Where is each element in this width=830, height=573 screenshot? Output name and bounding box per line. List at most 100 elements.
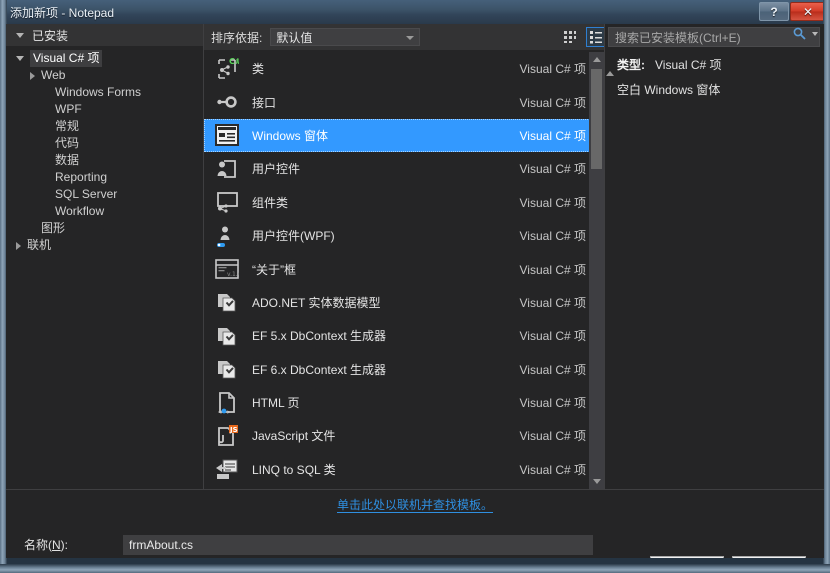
name-row: 名称(N): frmAbout.cs bbox=[6, 532, 824, 558]
template-item-kind: Visual C# 项 bbox=[519, 462, 586, 477]
template-item-name: JavaScript 文件 bbox=[252, 429, 336, 444]
chevron-down-icon bbox=[16, 32, 24, 38]
chevron-down-icon[interactable] bbox=[812, 32, 818, 36]
html-page-icon: < > bbox=[214, 390, 240, 416]
class-icon: C# bbox=[218, 57, 239, 79]
user-control-icon bbox=[217, 159, 236, 178]
template-list-item[interactable]: ADO.NET 实体数据模型 Visual C# 项 bbox=[204, 286, 596, 319]
tree-item-2[interactable]: Windows Forms bbox=[6, 84, 203, 101]
online-templates-link[interactable]: 单击此处以联机并查找模板。 bbox=[336, 498, 493, 513]
chevron-right-icon[interactable] bbox=[30, 71, 35, 80]
template-list-item[interactable]: JS JavaScript 文件 Visual C# 项 bbox=[204, 419, 596, 452]
tree-item-4[interactable]: 常规 bbox=[6, 118, 203, 135]
ado-net-icon bbox=[214, 289, 240, 315]
about-box-icon: v.1.0 bbox=[214, 256, 240, 282]
template-list-item[interactable]: v.1.0 “关于”框 Visual C# 项 bbox=[204, 252, 596, 285]
details-scroll-up-arrow[interactable] bbox=[606, 57, 614, 76]
tree-item-7[interactable]: Reporting bbox=[6, 169, 203, 186]
sort-by-label: 排序依据: bbox=[211, 30, 263, 45]
template-list-item[interactable]: 用户控件(WPF) Visual C# 项 bbox=[204, 219, 596, 252]
tree-item-3[interactable]: WPF bbox=[6, 101, 203, 118]
windows-form-icon bbox=[214, 122, 240, 148]
chevron-down-icon[interactable] bbox=[16, 56, 24, 61]
list-view-button[interactable] bbox=[586, 27, 606, 47]
ado-net-icon bbox=[214, 356, 240, 382]
template-list: C# 类 Visual C# 项 接口 Visual C# 项 Windows 窗体 V… bbox=[204, 52, 604, 489]
tree-item-5[interactable]: 代码 bbox=[6, 135, 203, 152]
name-label-key: N bbox=[52, 538, 61, 552]
template-list-item[interactable]: Windows 窗体 Visual C# 项 bbox=[204, 118, 596, 153]
search-templates-input[interactable]: 搜索已安装模板(Ctrl+E) bbox=[608, 27, 820, 47]
window-border-bottom bbox=[0, 564, 830, 573]
svg-text:JS: JS bbox=[229, 426, 238, 434]
template-list-item[interactable]: EF 6.x DbContext 生成器 Visual C# 项 bbox=[204, 353, 596, 386]
template-list-item[interactable]: EF 5.x DbContext 生成器 Visual C# 项 bbox=[204, 319, 596, 352]
installed-header-label: 已安装 bbox=[32, 28, 69, 43]
tiles-view-button[interactable] bbox=[560, 27, 580, 47]
template-item-kind: Visual C# 项 bbox=[519, 95, 586, 110]
name-label-prefix: 名称( bbox=[24, 538, 52, 552]
chevron-right-icon[interactable] bbox=[16, 241, 21, 250]
add-button[interactable]: 添加(A) bbox=[650, 556, 724, 558]
template-item-name: LINQ to SQL 类 bbox=[252, 462, 336, 477]
template-list-item[interactable]: 接口 Visual C# 项 bbox=[204, 85, 596, 118]
triangle-down-icon bbox=[592, 479, 601, 484]
tree-item-label: 常规 bbox=[55, 119, 80, 133]
scroll-down-arrow[interactable] bbox=[589, 474, 604, 489]
template-details: 类型: Visual C# 项 空白 Windows 窗体 bbox=[617, 56, 822, 106]
ado-net-icon bbox=[218, 294, 236, 312]
tree-item-label: WPF bbox=[55, 102, 82, 116]
template-item-name: “关于”框 bbox=[252, 262, 296, 277]
file-name-input[interactable]: frmAbout.cs bbox=[123, 535, 593, 555]
interface-icon bbox=[217, 96, 237, 108]
template-list-item[interactable]: 用户控件 Visual C# 项 bbox=[204, 152, 596, 185]
installed-header[interactable]: 已安装 bbox=[6, 24, 203, 46]
scrollbar-thumb[interactable] bbox=[591, 69, 602, 169]
tree-item-9[interactable]: Workflow bbox=[6, 203, 203, 220]
ado-net-icon bbox=[218, 361, 236, 379]
help-button[interactable]: ? bbox=[759, 2, 789, 21]
search-icon[interactable] bbox=[793, 27, 806, 40]
list-view-icon bbox=[590, 31, 602, 44]
sort-by-dropdown[interactable]: 默认值 bbox=[270, 28, 421, 46]
tree-item-10[interactable]: 图形 bbox=[6, 220, 203, 237]
template-item-name: 用户控件(WPF) bbox=[252, 229, 335, 244]
cancel-button[interactable]: 取消 bbox=[732, 556, 806, 558]
name-label: 名称(N): bbox=[24, 532, 68, 558]
interface-icon bbox=[214, 89, 240, 115]
window-border-right bbox=[823, 0, 830, 573]
tree-item-label: Workflow bbox=[55, 204, 105, 218]
template-list-item[interactable]: 组件类 Visual C# 项 bbox=[204, 186, 596, 219]
tree-item-11[interactable]: 联机 bbox=[6, 237, 203, 254]
window-controls: ? ✕ bbox=[759, 2, 826, 21]
about-box-icon: v.1.0 bbox=[215, 259, 239, 279]
tree-item-label: 数据 bbox=[55, 153, 80, 167]
linq-sql-icon bbox=[216, 459, 238, 480]
tree-item-6[interactable]: 数据 bbox=[6, 152, 203, 169]
dialog-buttons: 添加(A) 取消 bbox=[650, 556, 806, 558]
tree-item-0[interactable]: Visual C# 项 bbox=[6, 50, 203, 67]
sort-by-value: 默认值 bbox=[276, 30, 313, 45]
tree-item-8[interactable]: SQL Server bbox=[6, 186, 203, 203]
svg-text:>: > bbox=[227, 409, 231, 415]
user-control-icon bbox=[214, 156, 240, 182]
component-icon bbox=[214, 189, 240, 215]
close-button[interactable]: ✕ bbox=[790, 2, 826, 21]
template-list-item[interactable]: < > HTML 页 Visual C# 项 bbox=[204, 386, 596, 419]
template-item-kind: Visual C# 项 bbox=[519, 329, 586, 344]
tiles-view-icon bbox=[564, 31, 576, 43]
svg-text:v.1.0: v.1.0 bbox=[227, 271, 239, 278]
template-list-item[interactable]: LINQ to SQL 类 Visual C# 项 bbox=[204, 453, 596, 486]
template-list-item[interactable]: C# 类 Visual C# 项 bbox=[204, 52, 596, 85]
template-list-scrollbar[interactable] bbox=[589, 52, 604, 489]
template-item-kind: Visual C# 项 bbox=[519, 128, 586, 143]
view-mode-buttons bbox=[560, 27, 606, 47]
scroll-up-arrow[interactable] bbox=[589, 52, 604, 67]
template-category-tree: Visual C# 项 Web Windows Forms WPF 常规代码 数据 Repo… bbox=[6, 50, 203, 254]
tree-item-1[interactable]: Web bbox=[6, 67, 203, 84]
tree-item-label: Reporting bbox=[55, 170, 108, 184]
template-item-name: 用户控件 bbox=[252, 162, 301, 177]
class-icon: C# bbox=[214, 56, 240, 82]
dialog-window: 添加新项 - Notepad ? ✕ 已安装 Visual C# 项 Web Win… bbox=[0, 0, 830, 573]
triangle-up-icon bbox=[592, 57, 601, 62]
